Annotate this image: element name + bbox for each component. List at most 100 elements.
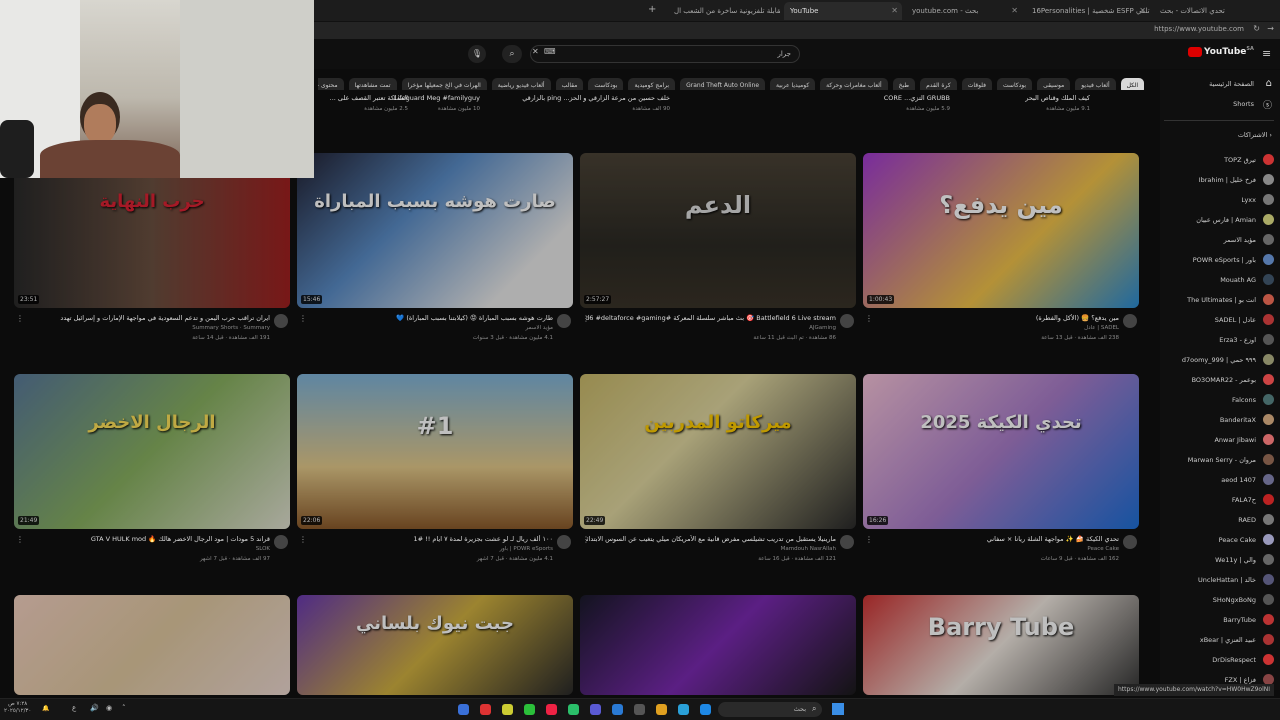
chip-5[interactable]: كرة القدم [920,78,957,90]
opera-icon[interactable] [480,704,491,715]
sidebar-item-channel[interactable]: Anwar Jibawi [1214,436,1256,444]
language-indicator[interactable]: ع [72,704,76,712]
video-title[interactable]: كيف الملك وقناص البحر [940,94,1090,102]
chip-11[interactable]: بودكاست [588,78,624,90]
sidebar-item-channel[interactable]: UncleHattan | خالد [1198,576,1256,584]
sidebar-item-shorts[interactable]: Shorts [1233,100,1254,108]
chip-4[interactable]: فلوقات [961,78,993,90]
keyboard-icon[interactable]: ⌨ [544,47,556,56]
sidebar-item-channel[interactable]: SHoNgxBoNg [1213,596,1256,604]
sidebar-item-channel[interactable]: BO3OMAR22 - بوعمر [1192,376,1256,384]
reload-icon[interactable]: ↻ [1253,24,1260,33]
video-title[interactable]: خلف حسين من مرعة الزارقي و الحز... ping … [520,94,670,102]
chip-15[interactable]: تمت مشاهدتها [348,78,397,90]
edge-icon[interactable] [678,704,689,715]
video-thumbnail[interactable]: Barry Tube [863,595,1139,695]
channel-name[interactable]: مؤيد الاسمر [303,325,553,331]
video-title[interactable]: مين يدفع؟ 🍔 (الأكل والفطرة) [869,314,1119,322]
sidebar-item-channel[interactable]: SADEL | عادل [1215,316,1256,324]
sidebar-item-channel[interactable]: FALA7ح [1232,496,1256,504]
channel-avatar[interactable] [274,535,288,549]
chip-6[interactable]: طبخ [892,78,916,90]
video-thumbnail[interactable]: تحدي الكيكة 2025 16:26 [863,374,1139,529]
sidebar-item-channel[interactable]: d7oomy_999 | ٩٩٩ حمي [1182,356,1256,364]
close-icon[interactable]: ✕ [1011,2,1018,20]
browser-tab[interactable]: مقابلة تلفزيونية ساخرة من الشعب ال... [668,2,780,20]
video-thumbnail[interactable]: صارت هوشه بسبب المباراة 15:46 [297,153,573,308]
menu-icon[interactable]: ≡ [1262,47,1271,60]
channel-name[interactable]: SLOK [20,546,270,552]
chevron-up-icon[interactable]: ˄ [122,704,126,712]
files-icon[interactable] [634,704,645,715]
chip-16[interactable]: محتوى جديد لك [318,78,344,90]
sidebar-item-channel[interactable]: POWR eSports | باور [1193,256,1256,264]
more-options-icon[interactable]: ⋮ [582,535,590,544]
sidebar-item-channel[interactable]: xBear | عبيد العنزي [1200,636,1256,644]
browser-tab[interactable]: 16Personalities | شخصية ESFP تلقي ✕ [1026,2,1150,20]
video-title[interactable]: طارت هوشه بسبب المباراة 😡 (كيلابتنا بسبب… [303,314,553,322]
chip-14[interactable]: الهرات في الخ جمعيلها مؤخرا [401,78,487,90]
video-title[interactable]: ايران تراقب حرب اليمن و تدعم السعودية في… [20,314,270,322]
sidebar-item-channel[interactable]: The Ultimates | انت بو [1187,296,1256,304]
video-thumbnail[interactable]: الرجال الاخضر 21:49 [14,374,290,529]
voice-search-button[interactable]: 🎙 [468,45,486,63]
video-title[interactable]: تحدي الكيكة 🍰 ✨ مواجهة الشلة ريانا × سفا… [869,535,1119,543]
spotify-icon[interactable] [524,704,535,715]
network-icon[interactable]: ◉ [106,704,112,712]
video-thumbnail[interactable] [580,595,856,695]
video-title[interactable]: Battlefield 6 Live stream 🎯 بث مباشر سلس… [586,314,836,322]
start-icon[interactable] [832,703,844,715]
subscriptions-header[interactable]: الاشتراكات › [1238,131,1272,139]
photos-icon[interactable] [502,704,513,715]
channel-name[interactable]: AJGaming [586,325,836,331]
chip-13[interactable]: ألعاب فيديو رياضية [491,78,551,90]
clock[interactable]: ٧:٢٨ ص ٢٠٢٥/١٢/٣٠ [4,701,31,715]
outlook-icon[interactable] [700,704,711,715]
browser-tab[interactable]: youtube.com - بحث ✕ [906,2,1022,20]
sidebar-item-channel[interactable]: We11y | والي [1215,556,1256,564]
sidebar-item-channel[interactable]: فارس عبيان | Amian [1196,216,1256,224]
channel-avatar[interactable] [840,535,854,549]
sidebar-item-channel[interactable]: BarryTube [1223,616,1256,624]
new-tab-icon[interactable]: + [648,4,656,15]
close-icon[interactable]: ✕ [891,2,898,20]
search-button[interactable]: ⌕ [502,45,522,63]
video-thumbnail[interactable]: مين يدفع؟ 1:00:43 [863,153,1139,308]
browser-tab[interactable]: تحدي الاتصالات - بحث [1154,2,1272,20]
chip-12[interactable]: مقالب [555,78,584,90]
more-options-icon[interactable]: ⋮ [865,314,873,323]
office-icon[interactable] [546,704,557,715]
more-options-icon[interactable]: ⋮ [299,535,307,544]
channel-avatar[interactable] [557,314,571,328]
browser-tab-active[interactable]: YouTube ✕ [784,2,902,20]
video-title[interactable]: GRUBB التزي... CORE [800,94,950,102]
chip-3[interactable]: بودكاست [997,78,1033,90]
sidebar-item-channel[interactable]: Mouath AG [1220,276,1256,284]
video-thumbnail[interactable]: جبت نيوك بلساني [297,595,573,695]
bell-icon[interactable]: 🔔 [42,705,49,712]
video-thumbnail[interactable]: ميركاتو المدربين 22:49 [580,374,856,529]
chip-1[interactable]: ألعاب فيديو [1075,78,1116,90]
sidebar-item-channel[interactable]: Ibrahim | فرخ خليل [1199,176,1256,184]
taskbar-search[interactable]: بحث [718,702,822,717]
video-thumbnail[interactable]: #1 22:06 [297,374,573,529]
sidebar-item-channel[interactable]: Lyxx [1241,196,1256,204]
chip-2[interactable]: موسيقى [1037,78,1071,90]
video-title[interactable]: ١٠٠ ألف ريال لـ لو عشت بجزيرة لمدة ٧ ايا… [303,535,553,543]
chip-8[interactable]: كوميديا عربية [770,78,816,90]
volume-icon[interactable]: 🔊 [90,704,99,712]
sidebar-item-home[interactable]: الصفحة الرئيسية [1209,80,1254,88]
sidebar-item-channel[interactable]: RAED [1238,516,1256,524]
chip-9[interactable]: Grand Theft Auto Online [680,78,766,90]
maps-icon[interactable] [568,704,579,715]
sidebar-item-channel[interactable]: aeod 1407 [1221,476,1256,484]
forward-icon[interactable]: → [1267,24,1274,33]
channel-avatar[interactable] [557,535,571,549]
more-options-icon[interactable]: ⋮ [865,535,873,544]
youtube-logo[interactable]: YouTubeSA [1188,46,1254,62]
sidebar-item-channel[interactable]: مؤيد الاسمر [1224,236,1256,244]
video-title[interactable]: قراند 5 مودات | مود الرجال الاخضر هالك 🔥… [20,535,270,543]
sidebar-item-channel[interactable]: Peace Cake [1219,536,1256,544]
more-options-icon[interactable]: ⋮ [582,314,590,323]
more-options-icon[interactable]: ⋮ [299,314,307,323]
